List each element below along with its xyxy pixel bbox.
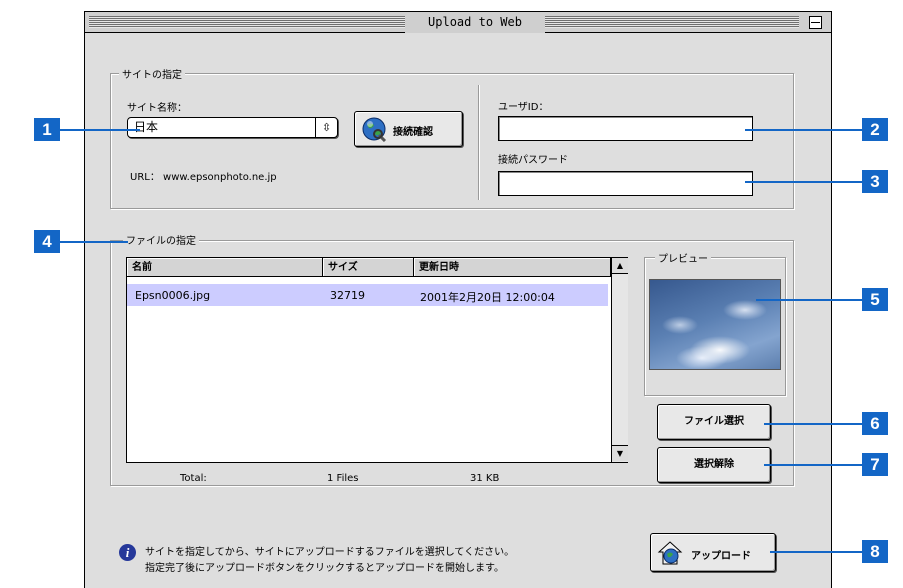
column-header-name[interactable]: 名前 (127, 258, 323, 277)
row-file-date: 2001年2月20日 12:00:04 (420, 291, 555, 304)
select-file-button[interactable]: ファイル選択 (657, 404, 771, 440)
info-message-line1: サイトを指定してから、サイトにアップロードするファイルを選択してください。 (145, 547, 515, 558)
window-title: Upload to Web (405, 12, 545, 33)
column-header-size[interactable]: サイズ (323, 258, 414, 277)
site-name-label: サイト名称： (127, 103, 187, 114)
callout-4: 4 (34, 230, 60, 253)
user-id-label: ユーザID： (498, 102, 549, 113)
callout-6: 6 (862, 412, 888, 435)
callout-line-3 (745, 181, 862, 183)
row-file-size: 32719 (330, 289, 365, 302)
total-files: 1 Files (327, 473, 359, 484)
scroll-up-arrow-icon[interactable]: ▲ (612, 258, 628, 274)
callout-line-1 (60, 129, 140, 131)
connect-check-label: 接続確認 (393, 127, 433, 138)
file-list-scrollbar[interactable]: ▲ ▼ (611, 258, 628, 462)
preview-title: プレビュー (655, 250, 711, 265)
row-file-name: Epsn0006.jpg (135, 289, 211, 302)
upload-globe-icon (657, 541, 683, 565)
upload-button-label: アップロード (691, 551, 751, 562)
callout-line-6 (764, 423, 862, 425)
site-name-value: 日本 (134, 120, 159, 134)
callout-3: 3 (862, 170, 888, 193)
callout-line-7 (764, 464, 862, 466)
info-message-line2: 指定完了後にアップロードボタンをクリックするとアップロードを開始します。 (145, 563, 504, 574)
callout-1: 1 (34, 118, 60, 141)
callout-line-8 (770, 551, 862, 553)
connect-check-button[interactable]: 接続確認 (354, 111, 463, 147)
title-bar[interactable]: Upload to Web (85, 12, 831, 33)
preview-image (649, 279, 781, 370)
total-label: Total: (180, 473, 207, 484)
column-header-date[interactable]: 更新日時 (414, 258, 611, 277)
callout-line-2 (745, 129, 862, 131)
callout-8: 8 (862, 540, 888, 563)
site-group-title: サイトの指定 (119, 66, 185, 81)
callout-2: 2 (862, 118, 888, 141)
globe-icon (362, 117, 387, 142)
updown-arrows-icon: ⇳ (315, 118, 337, 137)
callout-5: 5 (862, 288, 888, 311)
total-size: 31 KB (470, 473, 500, 484)
file-group-title: ファイルの指定 (123, 232, 199, 247)
site-url-text: URL： www.epsonphoto.ne.jp (130, 172, 277, 183)
password-label: 接続パスワード (498, 155, 568, 166)
scroll-down-arrow-icon[interactable]: ▼ (612, 445, 628, 461)
callout-line-4 (60, 241, 128, 243)
site-name-select[interactable]: 日本 ⇳ (127, 117, 338, 138)
password-field[interactable] (498, 171, 753, 196)
callout-line-5 (756, 299, 862, 301)
info-icon: i (119, 544, 136, 561)
deselect-button[interactable]: 選択解除 (657, 447, 771, 483)
file-list[interactable]: 名前 サイズ 更新日時 Epsn0006.jpg 32719 2001年2月20… (126, 257, 628, 463)
user-id-field[interactable] (498, 116, 753, 141)
callout-7: 7 (862, 453, 888, 476)
table-row[interactable]: Epsn0006.jpg 32719 2001年2月20日 12:00:04 (127, 284, 608, 306)
upload-button[interactable]: アップロード (650, 533, 776, 572)
site-group-divider (478, 85, 479, 200)
window-zoom-box[interactable] (809, 16, 822, 29)
